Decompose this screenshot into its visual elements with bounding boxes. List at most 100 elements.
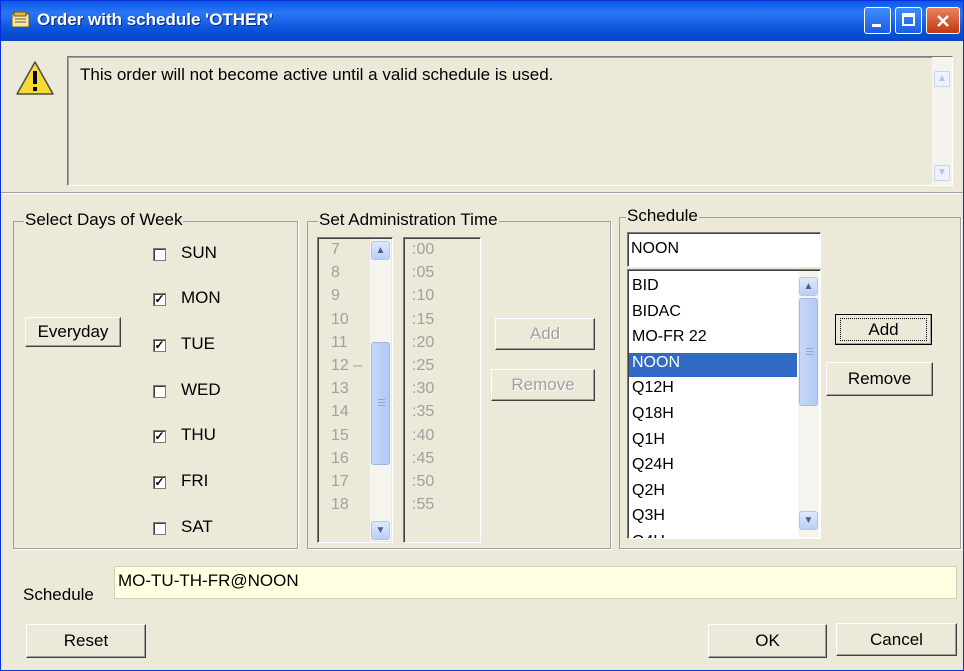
minute-item[interactable]: :30: [412, 380, 434, 398]
schedule-list-item[interactable]: NOON: [629, 352, 797, 377]
checkbox-tue[interactable]: ✓: [153, 339, 166, 352]
schedule-group-label: Schedule: [626, 206, 699, 226]
scroll-up-icon[interactable]: ▲: [371, 241, 390, 260]
admin-time-group-label: Set Administration Time: [318, 210, 499, 230]
remove-time-button[interactable]: Remove: [491, 369, 595, 401]
checkbox-label-sat[interactable]: SAT: [181, 517, 213, 537]
dialog-window: Order with schedule 'OTHER' This order w…: [0, 0, 964, 671]
everyday-button[interactable]: Everyday: [25, 317, 121, 347]
message-scrollbar[interactable]: ▲ ▼: [932, 57, 952, 185]
hour-item[interactable]: 8: [331, 264, 340, 282]
schedule-item-label: NOON: [632, 353, 680, 371]
warning-icon: [16, 61, 54, 95]
scroll-up-icon[interactable]: ▲: [934, 71, 950, 87]
schedule-list-item[interactable]: Q18H: [629, 404, 797, 428]
schedule-item-label: Q24H: [632, 456, 674, 474]
message-text: This order will not become active until …: [80, 65, 554, 84]
schedule-list-item[interactable]: Q3H: [629, 506, 797, 530]
minute-item[interactable]: :45: [412, 450, 434, 468]
hour-item[interactable]: 9: [331, 287, 340, 305]
schedule-item-label: BIDAC: [632, 302, 681, 320]
checkbox-sun[interactable]: [153, 248, 166, 261]
schedule-list-item[interactable]: BID: [629, 276, 797, 300]
schedule-list-item[interactable]: Q2H: [629, 481, 797, 505]
checkbox-sat[interactable]: [153, 522, 166, 535]
order-icon: [11, 11, 30, 28]
reset-button[interactable]: Reset: [26, 624, 146, 658]
focus-ring: [840, 318, 927, 341]
schedule-list[interactable]: BID BIDAC MO-FR 22 NOON Q12H Q18H Q1H Q24H Q2H Q3…: [627, 269, 821, 539]
schedule-list-item[interactable]: Q12H: [629, 378, 797, 402]
add-time-button[interactable]: Add: [495, 318, 595, 350]
scroll-down-icon[interactable]: ▼: [371, 521, 390, 540]
schedule-item-label: Q3H: [632, 507, 665, 525]
minute-item[interactable]: :10: [412, 287, 434, 305]
schedule-list-item[interactable]: Q4H: [629, 532, 797, 538]
minimize-button[interactable]: [864, 7, 891, 34]
days-group-label: Select Days of Week: [24, 210, 184, 230]
schedule-list-item[interactable]: MO-FR 22: [629, 327, 797, 351]
hour-item[interactable]: 18: [331, 496, 349, 514]
hour-item[interactable]: 17: [331, 473, 349, 491]
scroll-thumb[interactable]: [371, 342, 390, 465]
scroll-up-icon[interactable]: ▲: [799, 277, 818, 296]
minute-item[interactable]: :25: [412, 357, 434, 375]
schedule-list-item[interactable]: BIDAC: [629, 302, 797, 326]
minute-item[interactable]: :50: [412, 473, 434, 491]
minimize-icon: [872, 24, 881, 27]
hour-item[interactable]: 10: [331, 311, 349, 329]
checkbox-label-sun[interactable]: SUN: [181, 243, 217, 263]
ok-button[interactable]: OK: [708, 624, 827, 658]
minute-item[interactable]: :20: [412, 334, 434, 352]
checkbox-mon[interactable]: ✓: [153, 293, 166, 306]
close-button[interactable]: [926, 7, 960, 34]
checkbox-fri[interactable]: ✓: [153, 476, 166, 489]
cancel-button[interactable]: Cancel: [836, 623, 957, 656]
schedule-list-item[interactable]: Q1H: [629, 430, 797, 454]
checkbox-label-thu[interactable]: THU: [181, 425, 216, 445]
scroll-down-icon[interactable]: ▼: [799, 511, 818, 530]
result-schedule-label: Schedule: [23, 585, 94, 604]
schedule-item-label: Q12H: [632, 379, 674, 397]
message-area: This order will not become active until …: [7, 48, 959, 188]
minute-item[interactable]: :00: [412, 241, 434, 259]
hour-list[interactable]: 7 8 9 10 11 12 – 13 14 15 16 17 18 ▲ ▼: [317, 237, 393, 543]
schedule-input[interactable]: NOON: [627, 232, 821, 267]
minute-item[interactable]: :05: [412, 264, 434, 282]
minute-item[interactable]: :15: [412, 311, 434, 329]
minute-item[interactable]: :55: [412, 496, 434, 514]
hour-list-scrollbar[interactable]: ▲ ▼: [370, 239, 391, 541]
minute-item[interactable]: :40: [412, 427, 434, 445]
hour-item[interactable]: 12 –: [331, 357, 362, 375]
checkbox-label-wed[interactable]: WED: [181, 380, 221, 400]
title-bar[interactable]: Order with schedule 'OTHER': [1, 1, 963, 41]
hour-item[interactable]: 16: [331, 450, 349, 468]
scroll-down-icon[interactable]: ▼: [934, 165, 950, 181]
hour-item[interactable]: 14: [331, 403, 349, 421]
schedule-item-label: Q4H: [632, 533, 665, 538]
checkbox-label-fri[interactable]: FRI: [181, 471, 208, 491]
hour-item[interactable]: 7: [331, 241, 340, 259]
checkbox-label-tue[interactable]: TUE: [181, 334, 215, 354]
schedule-item-label: BID: [632, 277, 659, 294]
minute-list[interactable]: :00 :05 :10 :15 :20 :25 :30 :35 :40 :45 :50 :55: [403, 237, 481, 543]
message-box[interactable]: This order will not become active until …: [67, 56, 953, 186]
add-schedule-button[interactable]: Add: [835, 314, 932, 345]
schedule-list-scrollbar[interactable]: ▲ ▼: [798, 271, 819, 537]
scroll-thumb[interactable]: [799, 298, 818, 406]
maximize-button[interactable]: [895, 7, 922, 34]
checkbox-label-mon[interactable]: MON: [181, 288, 221, 308]
minute-item[interactable]: :35: [412, 403, 434, 421]
schedule-list-item[interactable]: Q24H: [629, 455, 797, 479]
checkbox-thu[interactable]: ✓: [153, 430, 166, 443]
checkbox-wed[interactable]: [153, 385, 166, 398]
close-icon: [937, 15, 949, 27]
schedule-item-label: Q18H: [632, 405, 674, 422]
result-schedule-field[interactable]: MO-TU-TH-FR@NOON: [114, 566, 957, 599]
hour-item[interactable]: 11: [331, 334, 348, 352]
schedule-item-label: Q1H: [632, 430, 665, 448]
remove-schedule-button[interactable]: Remove: [826, 362, 933, 396]
schedule-input-value: NOON: [631, 240, 679, 257]
hour-item[interactable]: 15: [331, 427, 349, 445]
hour-item[interactable]: 13: [331, 380, 349, 398]
